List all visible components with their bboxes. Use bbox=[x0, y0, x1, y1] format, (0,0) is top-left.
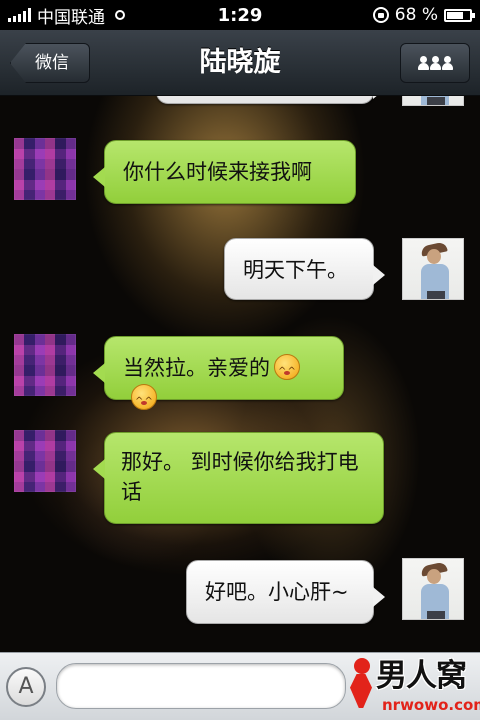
message-text: 你什么时候来接我啊 bbox=[123, 160, 312, 184]
message-text: 好吧。小心肝~ bbox=[205, 580, 349, 604]
message-bubble-incoming[interactable]: 那好。 到时候你给我打电话 bbox=[93, 432, 384, 524]
signal-strength-icon bbox=[8, 8, 31, 22]
message-bubble-incoming[interactable]: 当然拉。亲爱的 bbox=[93, 336, 344, 417]
kiss-emoji-icon bbox=[131, 384, 157, 417]
contact-avatar[interactable] bbox=[14, 138, 76, 200]
status-left: 中国联通 bbox=[8, 3, 125, 28]
input-mode-toggle-button[interactable]: A bbox=[6, 667, 46, 707]
watermark-url: nrwowo.com bbox=[382, 696, 480, 714]
message-bubble-outgoing[interactable]: 好吧。小心肝~ bbox=[186, 560, 385, 624]
message-text: 明天下午。 bbox=[243, 258, 348, 282]
message-bubble-outgoing[interactable]: 明天下午。 bbox=[224, 238, 385, 300]
kiss-emoji-icon bbox=[274, 354, 300, 387]
status-right: 68 % bbox=[372, 5, 475, 25]
message-input[interactable] bbox=[56, 663, 346, 709]
battery-icon bbox=[444, 8, 475, 22]
people-icon bbox=[418, 56, 453, 70]
message-text: 当然拉。亲爱的 bbox=[123, 356, 270, 380]
chat-message-list[interactable]: 你什么时候来接我啊 明天下午。 当然拉。亲爱的 那好。 到时候你给我打电话 好吧… bbox=[0, 96, 480, 652]
rotation-lock-icon bbox=[372, 7, 389, 23]
contact-avatar[interactable] bbox=[14, 430, 76, 492]
my-avatar[interactable] bbox=[402, 96, 464, 106]
contact-avatar[interactable] bbox=[14, 334, 76, 396]
message-bubble-outgoing[interactable] bbox=[156, 96, 385, 104]
message-bubble-incoming[interactable]: 你什么时候来接我啊 bbox=[93, 140, 356, 204]
my-avatar[interactable] bbox=[402, 558, 464, 620]
status-bar: 中国联通 1:29 68 % bbox=[0, 0, 480, 30]
chat-members-button[interactable] bbox=[400, 43, 470, 83]
network-activity-icon bbox=[115, 10, 125, 20]
battery-percentage: 68 % bbox=[394, 5, 438, 25]
carrier-name: 中国联通 bbox=[37, 7, 105, 28]
site-watermark-logo: 男人窝 nrwowo.com bbox=[346, 656, 480, 720]
back-button[interactable]: 微信 bbox=[10, 43, 90, 83]
my-avatar[interactable] bbox=[402, 238, 464, 300]
message-text: 那好。 到时候你给我打电话 bbox=[121, 450, 359, 504]
navigation-bar: 陆晓旋 微信 bbox=[0, 30, 480, 96]
watermark-figure-icon bbox=[346, 658, 376, 718]
watermark-brand: 男人窝 bbox=[376, 658, 467, 694]
